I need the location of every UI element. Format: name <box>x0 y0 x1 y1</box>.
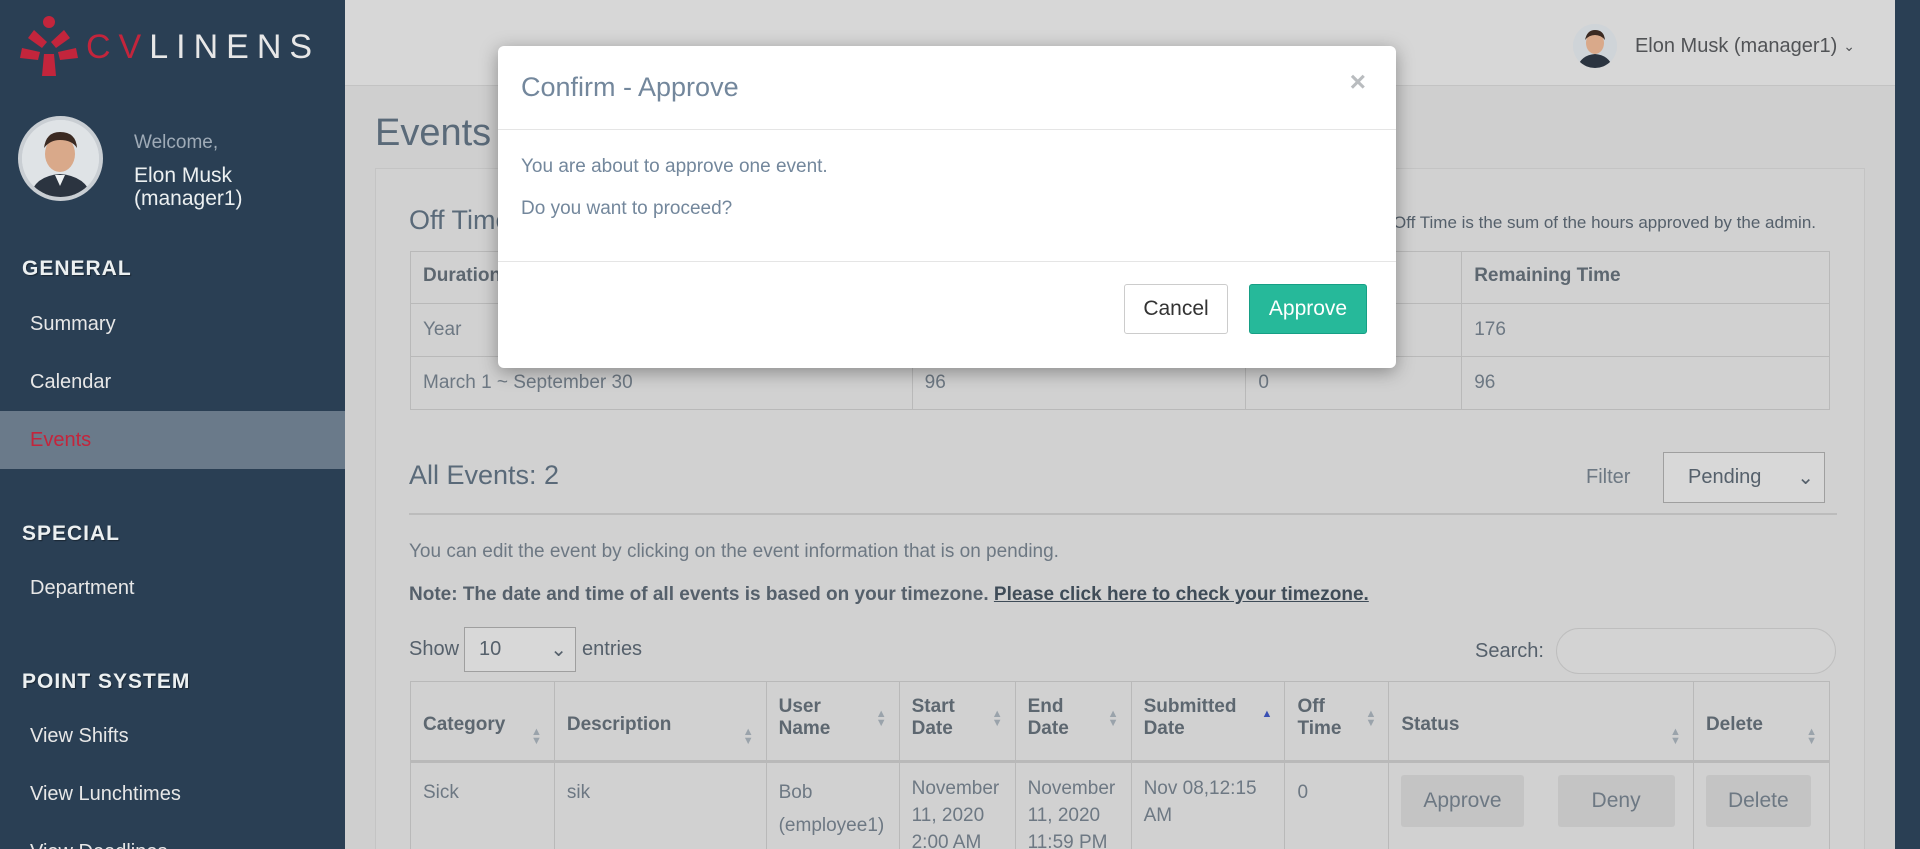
approve-button[interactable]: Approve <box>1249 284 1367 334</box>
confirm-approve-modal: Confirm - Approve × You are about to app… <box>498 46 1396 368</box>
modal-title: Confirm - Approve <box>521 72 739 102</box>
close-icon[interactable]: × <box>1350 66 1366 98</box>
cancel-button[interactable]: Cancel <box>1124 284 1228 334</box>
modal-message-line2: Do you want to proceed? <box>521 198 733 219</box>
modal-footer: Cancel Approve <box>498 262 1396 366</box>
modal-body: You are about to approve one event. Do y… <box>498 130 1396 262</box>
modal-header: Confirm - Approve × <box>498 46 1396 130</box>
modal-message-line1: You are about to approve one event. <box>521 156 828 177</box>
